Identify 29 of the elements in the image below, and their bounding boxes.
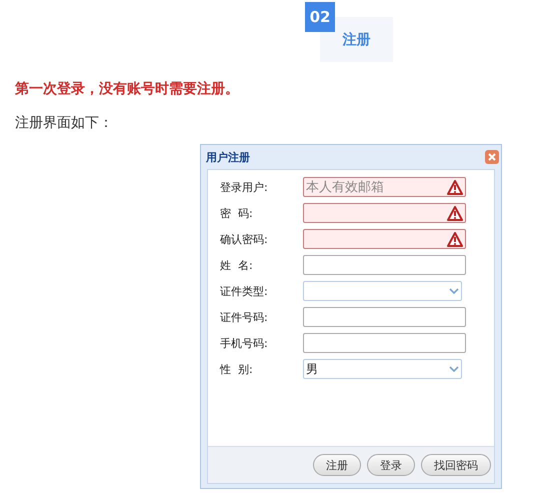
warning-icon — [447, 206, 463, 220]
dialog-button[interactable]: 注册 — [313, 454, 361, 476]
input-field[interactable] — [303, 333, 466, 353]
chevron-down-icon[interactable] — [449, 366, 459, 372]
dialog-button[interactable]: 找回密码 — [421, 454, 491, 476]
dialog-title: 用户注册 — [206, 150, 250, 164]
chevron-down-icon[interactable] — [449, 288, 459, 294]
field-label: 登录用户: — [220, 180, 269, 194]
warning-icon — [447, 180, 463, 194]
input-field[interactable] — [303, 255, 466, 275]
field-label: 证件类型: — [220, 284, 269, 298]
heading: 第一次登录，没有账号时需要注册。 — [15, 80, 240, 98]
dropdown-field[interactable] — [303, 281, 462, 301]
close-icon[interactable] — [485, 150, 499, 164]
field-label: 性 别: — [220, 362, 254, 376]
dropdown-field[interactable]: 男 — [303, 359, 462, 379]
field-label: 证件号码: — [220, 310, 269, 324]
section-title: 注册 — [342, 30, 370, 48]
intro-text: 注册界面如下： — [15, 114, 114, 132]
input-field[interactable] — [303, 307, 466, 327]
field-label: 密 码: — [220, 206, 254, 220]
field-label: 手机号码: — [220, 336, 269, 350]
warning-icon — [447, 232, 463, 246]
field-label: 姓 名: — [220, 258, 254, 272]
section-number: 02 — [305, 2, 335, 32]
input-field[interactable] — [303, 203, 466, 223]
field-label: 确认密码: — [220, 232, 269, 246]
input-field[interactable] — [303, 229, 466, 249]
dialog-button[interactable]: 登录 — [367, 454, 415, 476]
